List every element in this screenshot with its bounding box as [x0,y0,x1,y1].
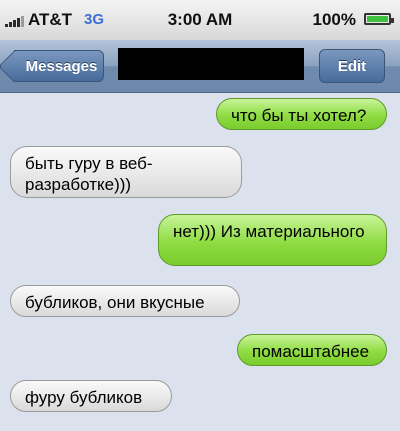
message-bubble-received: быть гуру в веб-разработке))) [10,146,242,198]
edit-button[interactable]: Edit [319,49,385,83]
message-bubble-received: бубликов, они вкусные [10,285,240,317]
message-bubble-sent: помасштабнее [237,334,387,366]
battery-percent: 100% [312,10,356,29]
message-bubble-sent: что бы ты хотел? [216,98,387,130]
navigation-bar: Messages Edit [0,40,400,93]
messages-back-button[interactable]: Messages [14,50,104,82]
message-bubble-sent: нет))) Из материального [158,214,387,266]
redacted-contact-name [118,48,304,80]
battery-icon [364,13,394,25]
message-bubble-received: фуру бубликов [10,380,172,412]
status-bar: AT&T 3G 3:00 AM 100% [0,0,400,41]
